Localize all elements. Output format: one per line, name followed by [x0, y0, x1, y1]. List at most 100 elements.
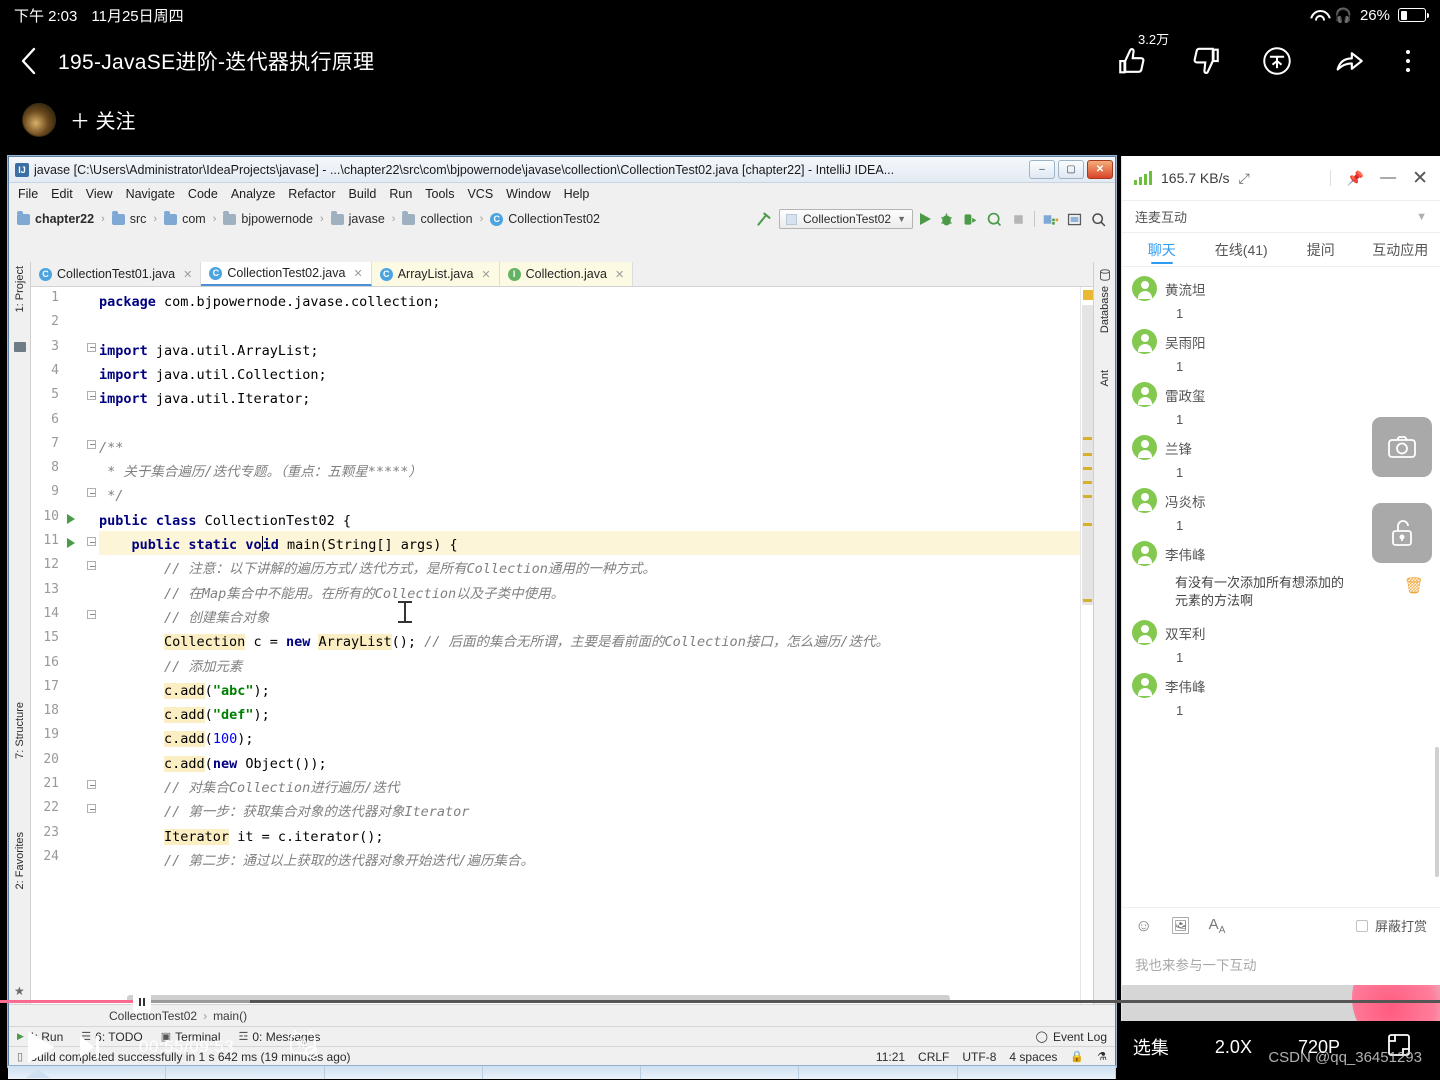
coin-icon[interactable] — [1254, 37, 1300, 85]
pin-icon[interactable]: 📌 — [1347, 170, 1364, 187]
code-line[interactable]: c.add(100); — [99, 727, 253, 751]
editor-tab-Collection[interactable]: I Collection.java ✕ — [499, 262, 634, 286]
code-fold-toggle[interactable] — [87, 780, 98, 791]
breadcrumb-item-javase[interactable]: javase — [349, 212, 385, 226]
run-gutter-icon[interactable] — [67, 538, 75, 548]
back-chevron-icon[interactable] — [0, 30, 58, 92]
profile-icon[interactable] — [986, 211, 1003, 228]
build-hammer-icon[interactable] — [755, 211, 772, 228]
code-line[interactable]: public class CollectionTest02 { — [99, 509, 351, 533]
speed-button[interactable]: 2.0X — [1215, 1037, 1252, 1058]
editor-tabs[interactable]: C CollectionTest01.java ✕ C CollectionTest02… — [31, 262, 1093, 287]
play-icon[interactable] — [28, 1031, 54, 1063]
toolwindow-favorites[interactable]: 2: Favorites — [14, 832, 26, 889]
close-tab-icon[interactable]: ✕ — [615, 268, 624, 281]
menu-item-view[interactable]: View — [86, 187, 113, 201]
thumbs-up-icon[interactable]: 3.2万 — [1110, 32, 1169, 85]
code-line[interactable]: package com.bjpowernode.javase.collectio… — [99, 290, 440, 314]
toolwindow-ant[interactable]: Ant — [1099, 370, 1111, 387]
video-surface[interactable]: IJ javase [C:\Users\Administrator\IdeaPr… — [0, 147, 1440, 1079]
run-configuration-selector[interactable]: CollectionTest02 ▼ — [779, 209, 913, 229]
danmaku-off-icon[interactable]: 弹 — [286, 1028, 322, 1067]
chat-message-list[interactable]: 黄流坦 1 吴雨阳 1 雷政玺 1 兰锋 1 冯炎标 1 李伟峰 有没有一次添加所有想添加的元素的方法… — [1122, 267, 1440, 907]
avatar[interactable] — [1132, 435, 1157, 460]
editor-tab-CollectionTest02[interactable]: C CollectionTest02.java ✕ — [201, 262, 372, 286]
toolwindow-database[interactable]: Database — [1099, 286, 1111, 333]
menu-item-run[interactable]: Run — [389, 187, 412, 201]
layout-icon[interactable] — [1066, 211, 1083, 228]
code-line[interactable]: c.add(new Object()); — [99, 752, 327, 776]
uploader-avatar[interactable] — [22, 102, 56, 137]
run-with-coverage-icon[interactable] — [962, 211, 979, 228]
close-tab-icon[interactable]: ✕ — [183, 268, 192, 281]
avatar[interactable] — [1132, 382, 1157, 407]
emoji-icon[interactable]: ☺ — [1135, 916, 1152, 936]
editor-tab-CollectionTest01[interactable]: C CollectionTest01.java ✕ — [31, 262, 202, 286]
code-line[interactable]: // 创建集合对象 — [99, 606, 269, 630]
code-line[interactable]: // 注意：以下讲解的遍历方式/迭代方式，是所有Collection通用的一种方… — [99, 557, 656, 581]
code-line[interactable]: public static void main(String[] args) { — [99, 533, 458, 557]
search-everywhere-icon[interactable] — [1090, 211, 1107, 228]
code-line[interactable]: import java.util.Iterator; — [99, 387, 310, 411]
trash-icon[interactable]: 🗑 — [1404, 566, 1430, 596]
code-line[interactable]: // 在Map集合中不能用。在所有的Collection以及子类中使用。 — [99, 582, 564, 606]
avatar[interactable] — [1132, 488, 1157, 513]
code-line[interactable]: // 第二步：通过以上获取的迭代器对象开始迭代/遍历集合。 — [99, 849, 534, 873]
unlock-icon[interactable] — [1372, 503, 1432, 563]
code-editor[interactable]: 1 2 3 4 5 6 7 8 9 10 11 12 13 14 15 16 17 18 19 20 21 22 23 24 … — [31, 287, 1093, 1004]
code-line[interactable]: // 添加元素 — [99, 655, 242, 679]
breadcrumb-item-src[interactable]: src — [130, 212, 147, 226]
code-line[interactable]: // 对集合Collection进行遍历/迭代 — [99, 776, 399, 800]
breadcrumb-item-chapter22[interactable]: chapter22 — [35, 212, 94, 226]
avatar[interactable] — [1132, 276, 1157, 301]
block-gift-toggle[interactable]: 屏蔽打赏 — [1355, 916, 1427, 935]
toolwindow-project[interactable]: 1: Project — [14, 266, 26, 312]
code-line[interactable]: // 第一步：获取集合对象的迭代器对象Iterator — [99, 800, 469, 824]
menu-item-refactor[interactable]: Refactor — [288, 187, 335, 201]
editor-tab-ArrayList[interactable]: C ArrayList.java ✕ — [371, 262, 500, 286]
menu-item-edit[interactable]: Edit — [51, 187, 73, 201]
episodes-button[interactable]: 选集 — [1133, 1034, 1169, 1060]
avatar[interactable] — [1132, 673, 1157, 699]
avatar[interactable] — [1132, 620, 1157, 646]
menu-item-tools[interactable]: Tools — [425, 187, 454, 201]
project-structure-icon[interactable] — [1042, 211, 1059, 228]
code-line[interactable]: import java.util.ArrayList; — [99, 339, 318, 363]
menu-item-vcs[interactable]: VCS — [467, 187, 493, 201]
avatar[interactable] — [1132, 541, 1157, 566]
code-fold-toggle[interactable] — [87, 804, 98, 815]
breadcrumb-item-bjpowernode[interactable]: bjpowernode — [241, 212, 313, 226]
menu-item-help[interactable]: Help — [564, 187, 590, 201]
close-tab-icon[interactable]: ✕ — [481, 268, 490, 281]
code-line[interactable]: */ — [99, 484, 123, 508]
kebab-menu-icon[interactable] — [1398, 41, 1418, 81]
thumbs-down-icon[interactable] — [1182, 37, 1228, 85]
close-tab-icon[interactable]: ✕ — [353, 267, 362, 280]
menu-item-window[interactable]: Window — [506, 187, 550, 201]
code-line[interactable]: Collection c = new ArrayList(); // 后面的集合… — [99, 630, 889, 654]
run-icon[interactable] — [920, 213, 931, 225]
code-fold-toggle[interactable] — [87, 439, 98, 451]
code-fold-toggle[interactable] — [87, 342, 98, 354]
code-fold-toggle[interactable] — [87, 609, 98, 621]
chat-tab-提问[interactable]: 提问 — [1281, 233, 1361, 266]
interaction-selector[interactable]: 连麦互动 ▼ — [1122, 201, 1440, 233]
window-maximize-button[interactable]: ▢ — [1058, 160, 1084, 179]
breadcrumb-item-CollectionTest02[interactable]: CollectionTest02 — [508, 212, 600, 226]
checkbox-icon[interactable] — [1355, 919, 1368, 932]
window-minimize-button[interactable]: – — [1029, 160, 1055, 179]
avatar[interactable] — [1132, 329, 1157, 354]
expand-icon[interactable]: ⤢ — [1239, 170, 1250, 187]
follow-button[interactable]: ＋ 关注 — [70, 105, 136, 134]
toolwindow-structure[interactable]: 7: Structure — [14, 702, 26, 759]
close-icon[interactable]: ✕ — [1412, 167, 1428, 190]
chat-tab-聊天[interactable]: 聊天 — [1122, 233, 1202, 266]
camera-icon[interactable] — [1372, 417, 1432, 477]
code-line[interactable]: /** — [99, 436, 123, 460]
chat-scrollbar[interactable] — [1435, 747, 1439, 877]
menu-item-build[interactable]: Build — [349, 187, 377, 201]
minimize-icon[interactable]: — — [1380, 169, 1396, 187]
next-episode-icon[interactable] — [80, 1036, 99, 1058]
menu-item-code[interactable]: Code — [188, 187, 218, 201]
image-icon[interactable]: 🖼 — [1170, 916, 1190, 936]
